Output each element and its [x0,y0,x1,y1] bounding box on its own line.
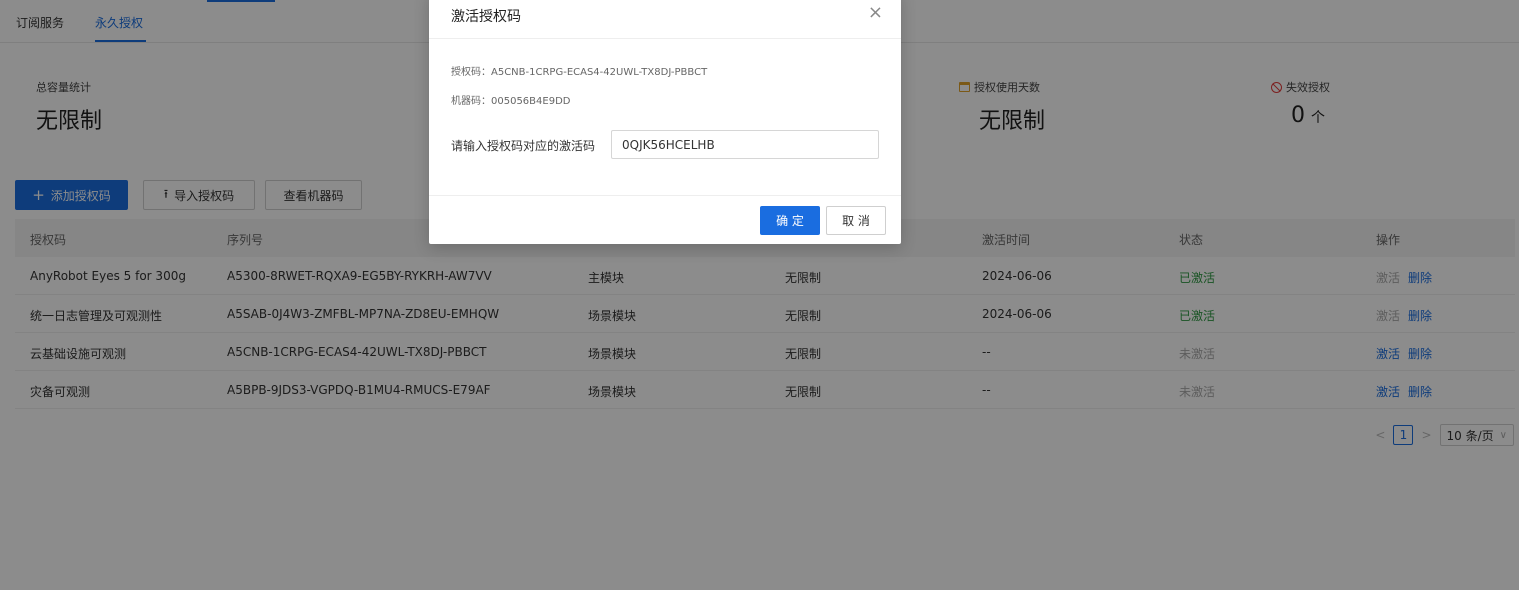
dialog-title: 激活授权码 [451,9,521,25]
cancel-button[interactable]: 取 消 [826,206,886,235]
activation-code-label: 请输入授权码对应的激活码 [451,139,596,153]
activate-license-dialog: 激活授权码 × 授权码：A5CNB-1CRPG-ECAS4-42UWL-TX8D… [429,0,901,244]
dialog-footer-divider [429,195,901,196]
activation-code-input[interactable] [611,130,879,159]
machine-code-info: 机器码：005056B4E9DD [451,96,571,107]
dialog-header-divider [429,38,901,39]
auth-code-info: 授权码：A5CNB-1CRPG-ECAS4-42UWL-TX8DJ-PBBCT [451,67,708,78]
close-icon[interactable]: × [868,4,883,22]
confirm-button[interactable]: 确 定 [760,206,820,235]
